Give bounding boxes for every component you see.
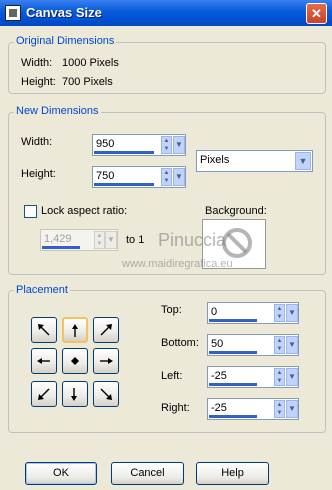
cancel-button[interactable]: Cancel xyxy=(111,462,184,485)
left-updown[interactable]: ▲ ▼ xyxy=(274,368,285,386)
height-dropdown-arrow[interactable]: ▼ xyxy=(173,168,185,186)
arrow-right-icon xyxy=(100,358,113,364)
anchor-center-button[interactable] xyxy=(62,348,88,374)
aspect-ratio-suffix: to 1 xyxy=(126,234,145,246)
anchor-top-right-button[interactable] xyxy=(93,317,119,343)
bottom-label: Bottom: xyxy=(161,337,199,349)
top-updown[interactable]: ▲ ▼ xyxy=(274,304,285,322)
arrow-down-right-icon xyxy=(100,388,112,400)
title-bar[interactable]: Canvas Size ✕ xyxy=(0,0,332,26)
arrow-down-left-icon xyxy=(38,388,50,400)
top-label: Top: xyxy=(161,304,182,316)
height-updown[interactable]: ▲ ▼ xyxy=(161,168,172,186)
top-value: 0 xyxy=(211,306,218,318)
lock-aspect-label[interactable]: Lock aspect ratio: xyxy=(41,205,127,217)
anchor-top-left-button[interactable] xyxy=(31,317,57,343)
bottom-dropdown-arrow[interactable]: ▼ xyxy=(286,336,298,354)
bottom-value: 50 xyxy=(211,338,224,350)
right-label: Right: xyxy=(161,402,190,414)
arrow-up-left-icon xyxy=(38,324,50,336)
width-dropdown-arrow[interactable]: ▼ xyxy=(173,136,185,154)
width-value: 950 xyxy=(96,138,115,150)
lock-aspect-checkbox[interactable] xyxy=(24,205,37,218)
original-width-label: Width: xyxy=(21,57,53,69)
bottom-updown[interactable]: ▲ ▼ xyxy=(274,336,285,354)
aspect-ratio-value: 1,429 xyxy=(44,233,72,245)
no-sign-icon xyxy=(222,228,252,258)
top-input[interactable]: 0 ▲ ▼ ▼ xyxy=(207,302,299,324)
anchor-top-center-button[interactable] xyxy=(62,317,88,343)
aspect-ratio-updown[interactable]: ▲ ▼ xyxy=(94,231,105,249)
watermark-url: www.maidiregrafica.eu xyxy=(122,258,233,270)
arrow-down-icon xyxy=(71,388,77,401)
width-input[interactable]: 950 ▲ ▼ ▼ xyxy=(92,134,186,156)
units-dropdown-arrow[interactable]: ▼ xyxy=(295,152,311,170)
aspect-ratio-progress xyxy=(42,246,80,249)
anchor-bottom-right-button[interactable] xyxy=(93,381,119,407)
height-input[interactable]: 750 ▲ ▼ ▼ xyxy=(92,166,186,188)
left-label: Left: xyxy=(161,370,183,382)
anchor-bottom-left-button[interactable] xyxy=(31,381,57,407)
arrow-up-right-icon xyxy=(100,324,112,336)
aspect-ratio-input[interactable]: 1,429 ▲ ▼ ▼ xyxy=(40,229,118,251)
width-progress xyxy=(94,151,154,154)
height-progress xyxy=(94,183,154,186)
width-label: Width: xyxy=(21,136,53,148)
right-progress xyxy=(209,415,257,418)
left-dropdown-arrow[interactable]: ▼ xyxy=(286,368,298,386)
watermark-title: Pinuccia xyxy=(158,230,227,250)
background-label: Background: xyxy=(205,205,267,217)
right-updown[interactable]: ▲ ▼ xyxy=(274,400,285,418)
close-button[interactable]: ✕ xyxy=(306,3,327,24)
units-select[interactable]: Pixels ▼ xyxy=(196,150,313,172)
arrow-left-icon xyxy=(37,358,50,364)
units-value: Pixels xyxy=(200,154,230,166)
ok-button[interactable]: OK xyxy=(25,462,97,485)
anchor-middle-left-button[interactable] xyxy=(31,348,57,374)
bottom-input[interactable]: 50 ▲ ▼ ▼ xyxy=(207,334,299,356)
right-input[interactable]: -25 ▲ ▼ ▼ xyxy=(207,398,299,420)
top-dropdown-arrow[interactable]: ▼ xyxy=(286,304,298,322)
right-dropdown-arrow[interactable]: ▼ xyxy=(286,400,298,418)
left-value: -25 xyxy=(211,370,227,382)
original-width-value: 1000 Pixels xyxy=(62,57,119,69)
right-value: -25 xyxy=(211,402,227,414)
placement-title: Placement xyxy=(14,284,70,296)
help-button[interactable]: Help xyxy=(196,462,269,485)
original-dimensions-title: Original Dimensions xyxy=(14,35,117,47)
app-icon xyxy=(5,5,21,21)
height-value: 750 xyxy=(96,170,115,182)
window-title: Canvas Size xyxy=(26,5,102,20)
height-label: Height: xyxy=(21,168,56,180)
top-progress xyxy=(209,319,257,322)
anchor-bottom-center-button[interactable] xyxy=(62,381,88,407)
anchor-middle-right-button[interactable] xyxy=(93,348,119,374)
left-progress xyxy=(209,383,257,386)
width-updown[interactable]: ▲ ▼ xyxy=(161,136,172,154)
aspect-ratio-dropdown-arrow[interactable]: ▼ xyxy=(105,231,117,249)
center-diamond-icon xyxy=(71,357,79,365)
original-height-value: 700 Pixels xyxy=(62,76,113,88)
left-input[interactable]: -25 ▲ ▼ ▼ xyxy=(207,366,299,388)
bottom-progress xyxy=(209,351,257,354)
arrow-up-icon xyxy=(72,324,78,337)
new-dimensions-title: New Dimensions xyxy=(14,105,101,117)
original-height-label: Height: xyxy=(21,76,56,88)
